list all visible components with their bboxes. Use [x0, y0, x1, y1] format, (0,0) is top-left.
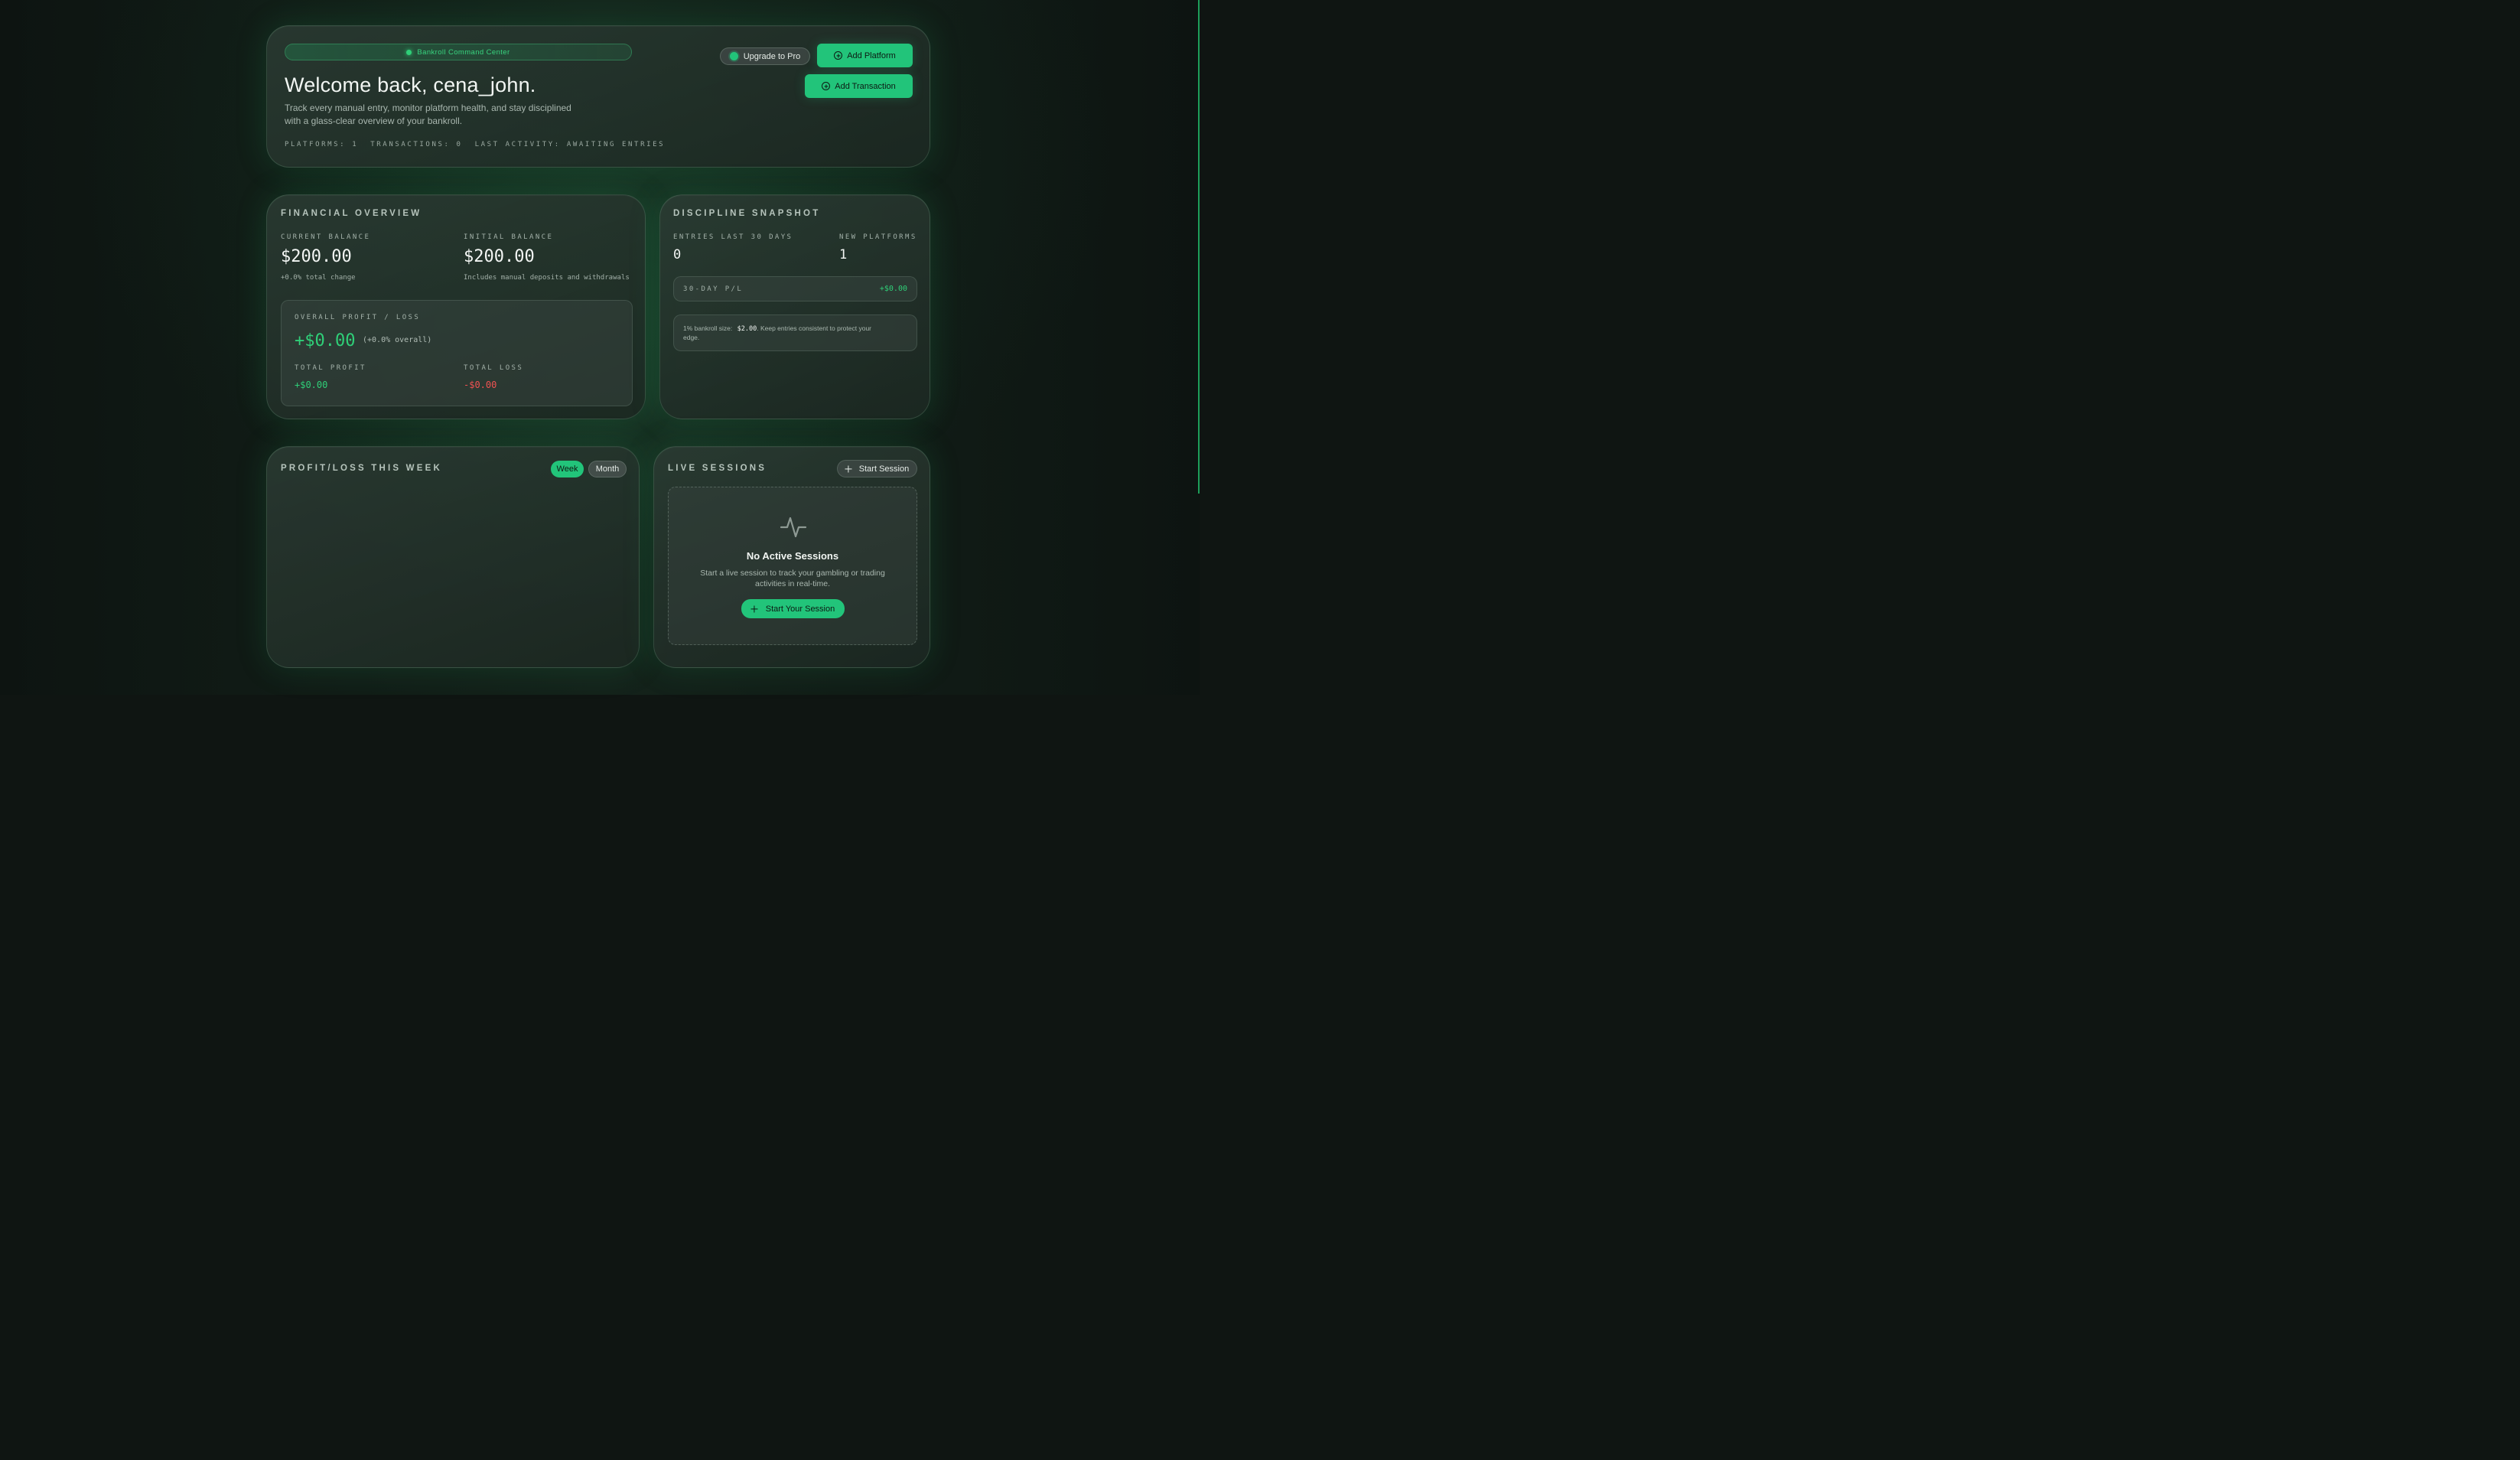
initial-balance-value: $200.00 — [464, 247, 535, 266]
total-loss-value: -$0.00 — [464, 380, 497, 390]
add-platform-button[interactable]: Add Platform — [817, 44, 913, 67]
status-dot-icon — [406, 49, 412, 55]
current-balance-value: $200.00 — [281, 247, 352, 266]
bankroll-tip-box: 1% bankroll size: $2.00. Keep entries co… — [673, 314, 917, 351]
hero-badge: Bankroll Command Center — [285, 44, 632, 60]
start-your-session-label: Start Your Session — [765, 604, 835, 614]
new-platforms-value: 1 — [839, 247, 848, 262]
initial-balance-label: INITIAL BALANCE — [464, 233, 554, 241]
total-profit-value: +$0.00 — [295, 380, 328, 390]
current-balance-note: +0.0% total change — [281, 274, 356, 282]
bankroll-tip-suffix: . Keep entries consistent to protect you… — [757, 324, 872, 332]
live-sessions-title: LIVE SESSIONS — [668, 464, 767, 473]
total-loss-label: TOTAL LOSS — [464, 364, 524, 372]
pl-30day-box: 30-DAY P/L +$0.00 — [673, 276, 917, 301]
start-session-button[interactable]: Start Session — [837, 460, 917, 477]
weekly-pl-chart-area — [281, 489, 627, 653]
hero-stats: PLATFORMS: 1 TRANSACTIONS: 0 LAST ACTIVI… — [285, 141, 666, 148]
pl-30day-value: +$0.00 — [879, 285, 907, 293]
pl-30day-label: 30-DAY P/L — [683, 285, 744, 293]
live-sessions-card: LIVE SESSIONS Start Session No Active Se… — [653, 446, 930, 668]
overall-pl-box: OVERALL PROFIT / LOSS +$0.00 (+0.0% over… — [281, 300, 633, 406]
empty-state-text-2: activities in real-time. — [754, 579, 831, 588]
initial-balance-note: Includes manual deposits and withdrawals — [464, 274, 630, 282]
bankroll-tip-line2: edge. — [683, 334, 700, 341]
entries-label: ENTRIES LAST 30 DAYS — [673, 233, 793, 241]
sessions-empty-state: No Active Sessions Start a live session … — [668, 487, 917, 645]
plus-circle-icon — [834, 51, 843, 60]
activity-pulse-icon — [780, 517, 807, 538]
hero-badge-label: Bankroll Command Center — [417, 47, 510, 57]
range-month-button[interactable]: Month — [588, 461, 627, 477]
upgrade-pro-label: Upgrade to Pro — [743, 51, 801, 61]
start-your-session-button[interactable]: Start Your Session — [741, 599, 845, 618]
plus-icon — [751, 605, 758, 612]
plus-icon — [845, 465, 852, 472]
plus-circle-icon — [822, 82, 831, 90]
hero-subtitle-1: Track every manual entry, monitor platfo… — [285, 103, 571, 113]
entries-value: 0 — [673, 247, 682, 262]
upgrade-pro-button[interactable]: Upgrade to Pro — [720, 47, 810, 65]
current-balance-label: CURRENT BALANCE — [281, 233, 371, 241]
financial-overview-card: FINANCIAL OVERVIEW CURRENT BALANCE $200.… — [266, 194, 646, 419]
overall-pl-value: +$0.00 — [295, 331, 356, 350]
discipline-snapshot-title: DISCIPLINE SNAPSHOT — [673, 209, 821, 218]
overall-pl-label: OVERALL PROFIT / LOSS — [295, 314, 421, 321]
overall-pl-percent: (+0.0% overall) — [363, 336, 432, 344]
bankroll-tip-prefix: 1% bankroll size: — [683, 324, 733, 332]
hero-subtitle-2: with a glass-clear overview of your bank… — [285, 116, 463, 126]
new-platforms-label: NEW PLATFORMS — [839, 233, 917, 241]
start-session-label: Start Session — [858, 464, 910, 474]
discipline-snapshot-card: DISCIPLINE SNAPSHOT ENTRIES LAST 30 DAYS… — [659, 194, 930, 419]
total-profit-label: TOTAL PROFIT — [295, 364, 366, 372]
weekly-pl-card: PROFIT/LOSS THIS WEEK Week Month — [266, 446, 640, 668]
bankroll-tip-line1: 1% bankroll size: $2.00. Keep entries co… — [683, 324, 871, 333]
weekly-pl-title: PROFIT/LOSS THIS WEEK — [281, 464, 442, 473]
scrollbar-thumb[interactable] — [1198, 0, 1200, 494]
empty-state-text-1: Start a live session to track your gambl… — [700, 569, 885, 578]
empty-state-title: No Active Sessions — [746, 550, 839, 562]
add-platform-label: Add Platform — [847, 51, 896, 60]
add-transaction-label: Add Transaction — [835, 81, 896, 91]
add-transaction-button[interactable]: Add Transaction — [805, 74, 913, 98]
financial-overview-title: FINANCIAL OVERVIEW — [281, 209, 422, 218]
bankroll-tip-amount: $2.00 — [737, 325, 757, 333]
page-title: Welcome back, cena_john. — [285, 73, 536, 96]
hero-card: Bankroll Command Center Welcome back, ce… — [266, 25, 930, 168]
toggle-dot-icon — [729, 52, 738, 60]
range-week-button[interactable]: Week — [551, 461, 584, 477]
